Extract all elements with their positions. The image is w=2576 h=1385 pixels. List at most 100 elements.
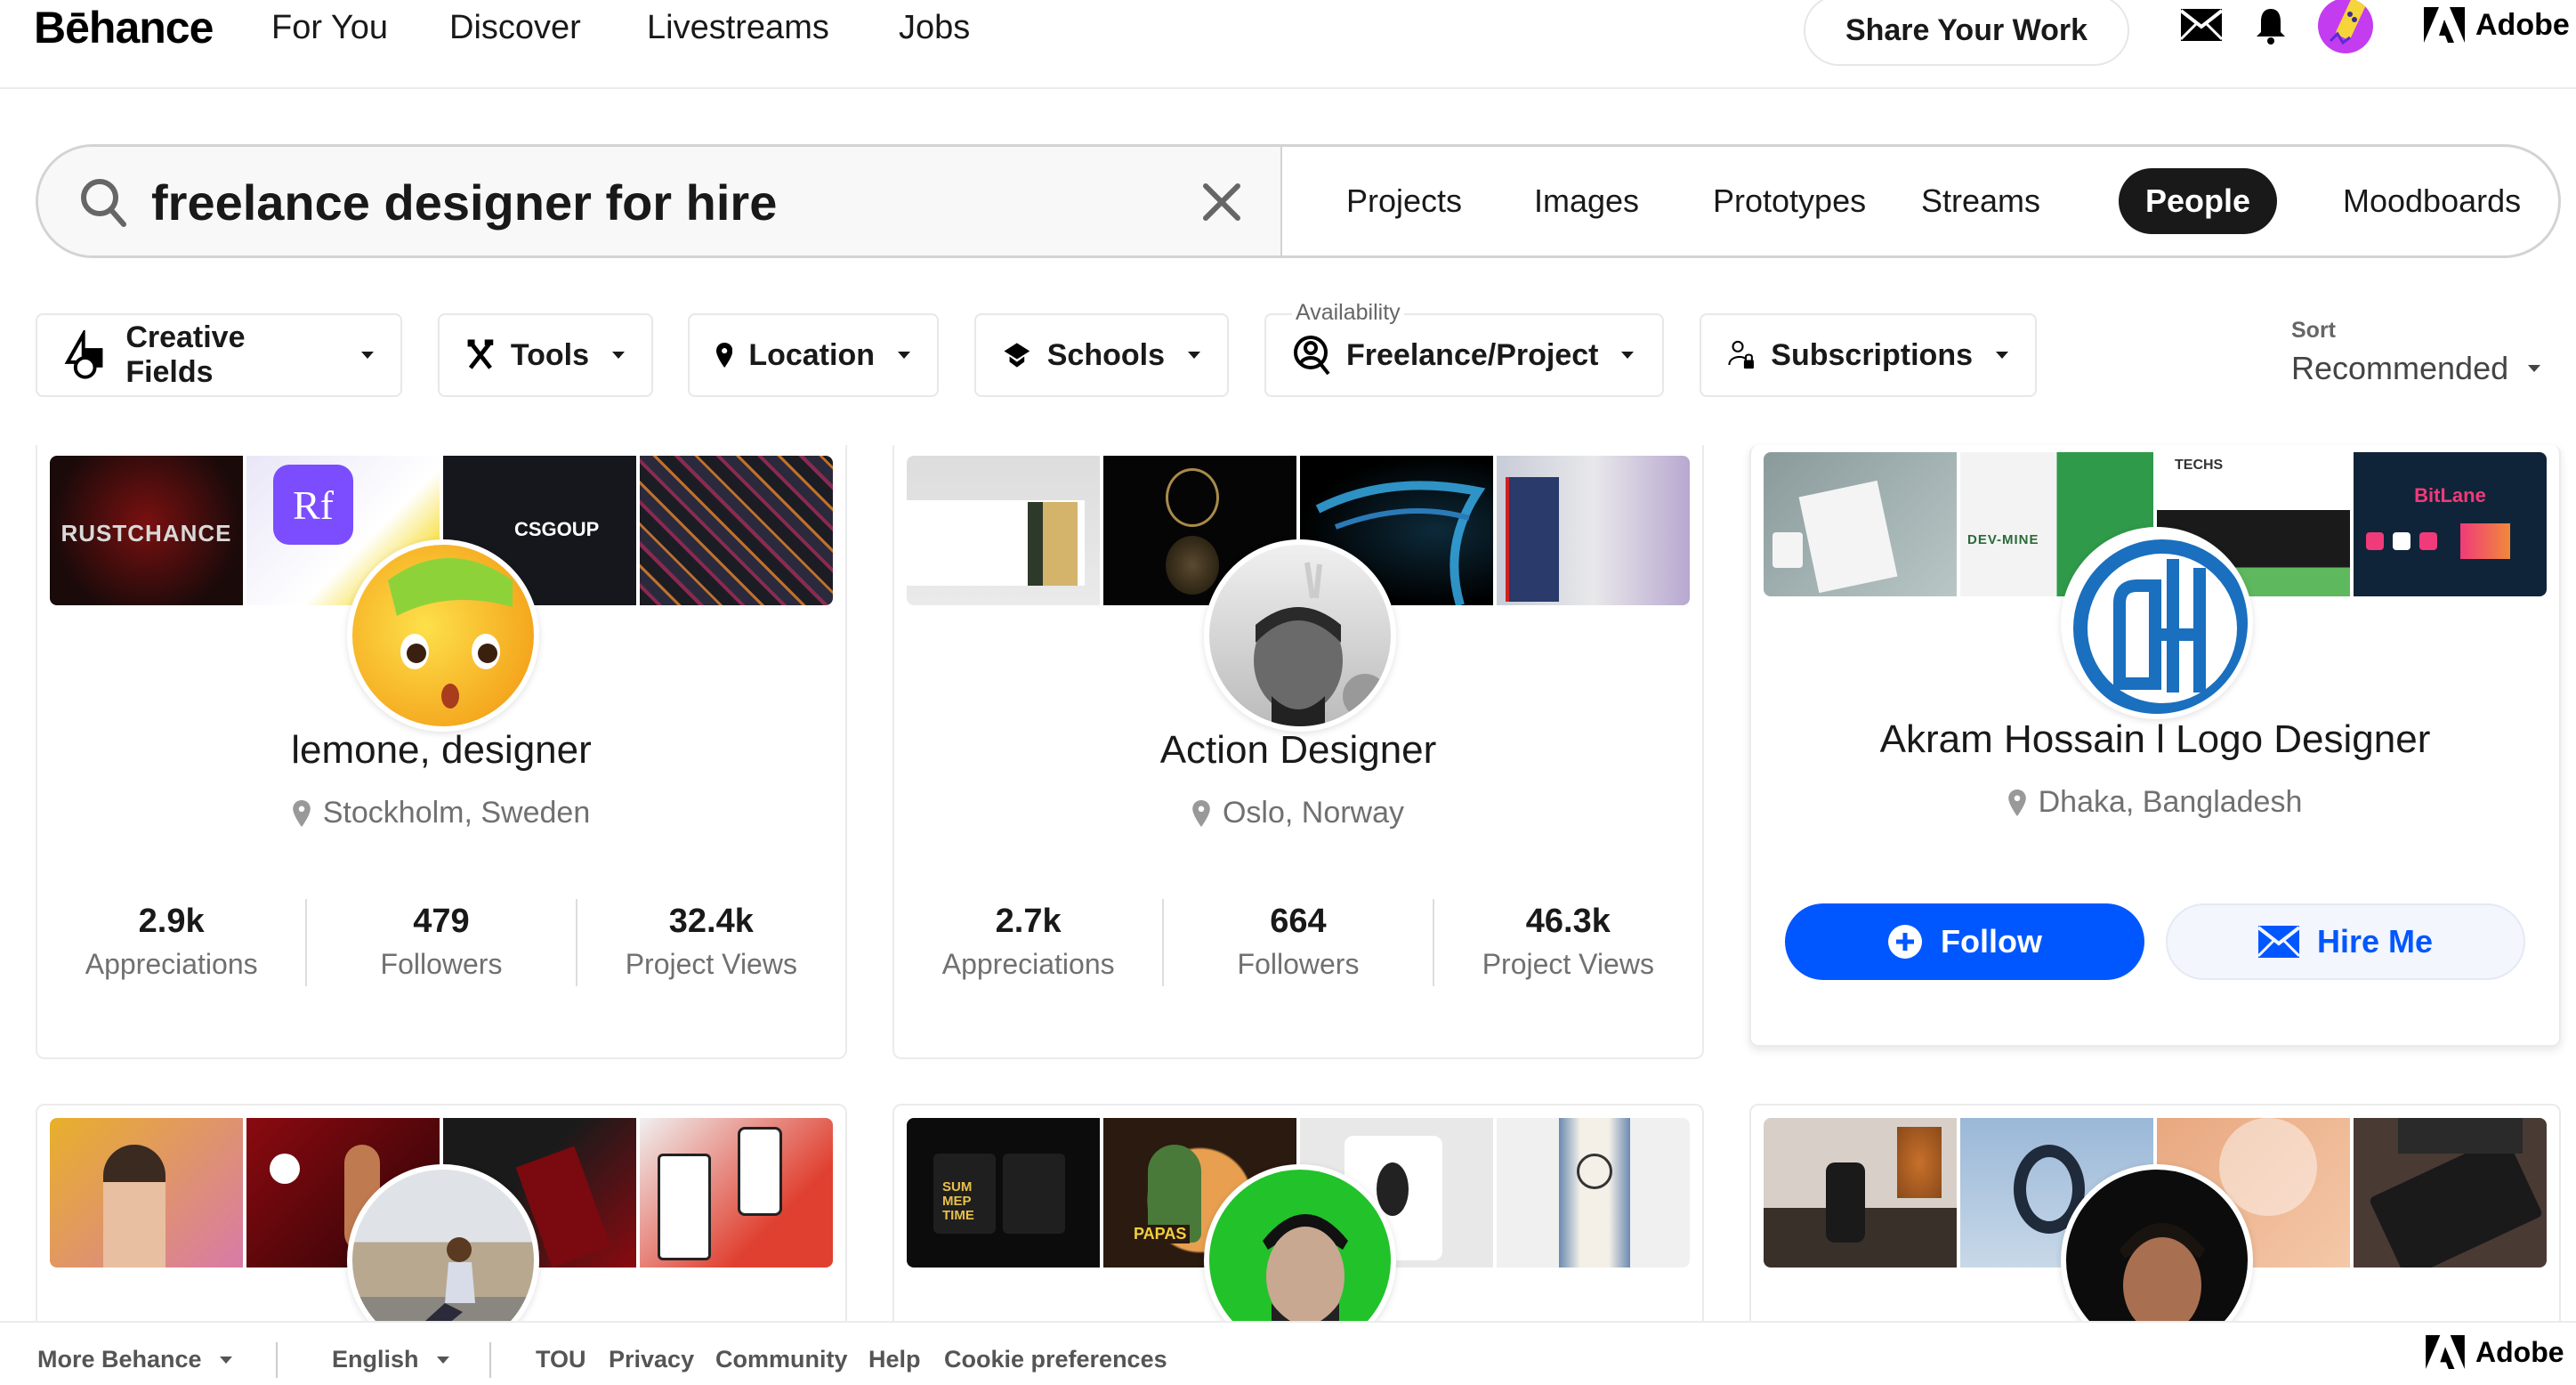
- more-behance-dropdown[interactable]: More Behance: [37, 1346, 232, 1373]
- availability-value: Freelance/Project: [1346, 337, 1599, 372]
- sort-dropdown[interactable]: Recommended: [2291, 350, 2541, 387]
- more-behance-label: More Behance: [37, 1346, 202, 1373]
- project-thumbnail[interactable]: [640, 456, 833, 605]
- stat-value: 479: [413, 903, 470, 940]
- stat-label: Followers: [380, 948, 503, 980]
- location-text: Oslo, Norway: [1222, 796, 1405, 830]
- adobe-icon: [2424, 7, 2465, 43]
- person-search-icon: [1294, 336, 1330, 376]
- notifications-bell-icon[interactable]: [2256, 7, 2286, 49]
- tab-moodboards[interactable]: Moodboards: [2316, 168, 2548, 234]
- footer-link-tou[interactable]: TOU: [536, 1346, 586, 1373]
- search-input[interactable]: [151, 166, 1130, 238]
- profile-stats: 2.9k Appreciations 479 Followers 32.4k Proj…: [37, 899, 845, 986]
- project-thumbnail[interactable]: [1497, 1118, 1690, 1268]
- chevron-down-icon: [219, 1356, 232, 1364]
- chevron-down-icon: [1188, 352, 1200, 359]
- project-thumbnail[interactable]: [1497, 456, 1690, 605]
- subscriptions-label: Subscriptions: [1771, 337, 1973, 372]
- stat-label: Appreciations: [85, 948, 258, 980]
- stat-value: 32.4k: [668, 903, 754, 940]
- schools-label: Schools: [1046, 337, 1165, 372]
- adobe-footer-logo[interactable]: Adobe: [2426, 1335, 2564, 1369]
- tab-prototypes[interactable]: Prototypes: [1686, 168, 1893, 234]
- language-dropdown[interactable]: English: [332, 1346, 449, 1373]
- chevron-down-icon: [2528, 365, 2541, 372]
- project-thumbnail[interactable]: [907, 456, 1100, 605]
- tab-projects[interactable]: Projects: [1320, 168, 1489, 234]
- project-thumbnail[interactable]: [1764, 452, 1957, 596]
- thumbnail-text: TECHS: [2175, 458, 2224, 473]
- profile-name[interactable]: lemone, designer: [37, 728, 845, 773]
- footer-link-privacy[interactable]: Privacy: [609, 1346, 694, 1373]
- availability-filter[interactable]: Freelance/Project: [1264, 313, 1664, 397]
- adobe-label: Adobe: [2475, 7, 2570, 42]
- project-thumbnail[interactable]: SUM MEP TIME: [907, 1118, 1100, 1268]
- footer-link-help[interactable]: Help: [868, 1346, 921, 1373]
- footer-link-cookie-preferences[interactable]: Cookie preferences: [944, 1346, 1167, 1373]
- hire-me-button[interactable]: Hire Me: [2166, 903, 2525, 980]
- stat-value: 664: [1270, 903, 1327, 940]
- envelope-icon: [2257, 926, 2299, 958]
- project-thumbnail[interactable]: BitLane: [2354, 452, 2547, 596]
- profile-avatar[interactable]: [1204, 539, 1396, 732]
- stat-label: Appreciations: [941, 948, 1115, 980]
- footer-divider: [489, 1342, 491, 1378]
- profile-stats: 2.7k Appreciations 664 Followers 46.3k Proj…: [894, 899, 1702, 986]
- follow-button[interactable]: Follow: [1785, 903, 2144, 980]
- behance-logo[interactable]: Bēhance: [34, 2, 214, 53]
- project-thumbnail[interactable]: [640, 1118, 833, 1268]
- profile-card: RUSTCHANCE Rf CSGOUP lemone, designer St…: [36, 445, 847, 1059]
- messages-icon[interactable]: [2179, 9, 2224, 45]
- profile-name[interactable]: Akram Hossain l Logo Designer: [1751, 717, 2559, 762]
- project-thumbnail[interactable]: RUSTCHANCE: [50, 456, 243, 605]
- thumbnail-text: Rf: [273, 465, 353, 545]
- location-filter[interactable]: Location: [688, 313, 939, 397]
- stat-value: 2.9k: [138, 903, 205, 940]
- profile-card: Action Designer Oslo, Norway 2.7k Appreci…: [892, 445, 1704, 1059]
- thumbnail-text: CSGOUP: [514, 518, 600, 540]
- stat-appreciations: 2.7k Appreciations: [894, 899, 1165, 986]
- stat-project-views: 32.4k Project Views: [577, 899, 845, 986]
- location-pin-icon: [292, 799, 311, 827]
- profile-name[interactable]: Action Designer: [894, 728, 1702, 773]
- creative-fields-icon: [64, 330, 103, 379]
- schools-filter[interactable]: Schools: [974, 313, 1229, 397]
- share-your-work-button[interactable]: Share Your Work: [1804, 0, 2129, 66]
- location-pin-icon: [1192, 799, 1210, 827]
- project-thumbnail[interactable]: [50, 1118, 243, 1268]
- sort-label: Sort: [2291, 318, 2336, 343]
- tab-streams[interactable]: Streams: [1894, 168, 2067, 234]
- adobe-header-logo[interactable]: Adobe: [2424, 7, 2570, 43]
- profile-location: Oslo, Norway: [894, 796, 1702, 830]
- creative-fields-filter[interactable]: Creative Fields: [36, 313, 402, 397]
- project-thumbnail[interactable]: [1764, 1118, 1957, 1268]
- tab-images[interactable]: Images: [1507, 168, 1666, 234]
- profile-avatar[interactable]: [2061, 527, 2253, 719]
- subscriptions-filter[interactable]: Subscriptions: [1700, 313, 2037, 397]
- location-text: Stockholm, Sweden: [322, 796, 591, 830]
- profile-location: Stockholm, Sweden: [37, 796, 845, 830]
- footer-link-community[interactable]: Community: [715, 1346, 848, 1373]
- plus-circle-icon: [1888, 925, 1922, 959]
- nav-for-you[interactable]: For You: [271, 9, 388, 47]
- location-pin-icon: [716, 342, 733, 369]
- nav-jobs[interactable]: Jobs: [899, 9, 970, 47]
- chevron-down-icon: [1996, 352, 2008, 359]
- chevron-down-icon: [361, 352, 374, 359]
- clear-search-icon[interactable]: [1202, 182, 1241, 226]
- stat-label: Followers: [1237, 948, 1360, 980]
- search-field-area: [38, 147, 1282, 255]
- language-label: English: [332, 1346, 419, 1373]
- nav-livestreams[interactable]: Livestreams: [647, 9, 829, 47]
- profile-avatar[interactable]: [347, 539, 539, 732]
- footer-divider: [276, 1342, 278, 1378]
- user-avatar[interactable]: [2318, 0, 2373, 53]
- tab-people[interactable]: People: [2119, 168, 2278, 234]
- location-pin-icon: [2007, 789, 2026, 816]
- nav-discover[interactable]: Discover: [449, 9, 581, 47]
- person-lock-icon: [1728, 340, 1754, 369]
- follow-label: Follow: [1941, 923, 2042, 960]
- tools-filter[interactable]: Tools: [438, 313, 653, 397]
- project-thumbnail[interactable]: [2354, 1118, 2547, 1268]
